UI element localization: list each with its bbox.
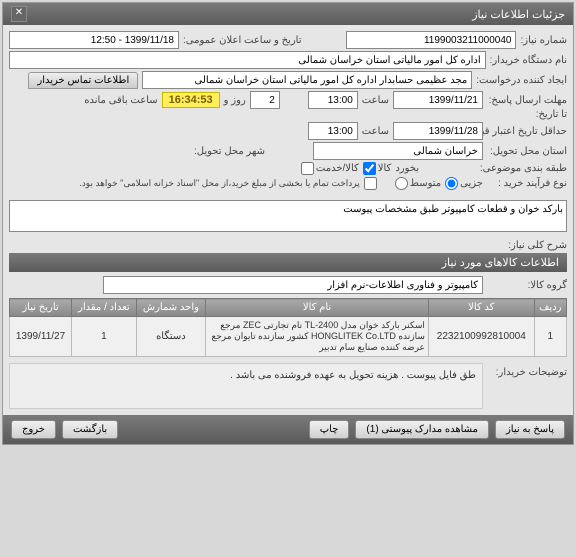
service-check-group: کالا/خدمت — [301, 162, 359, 175]
to-date-label: تا تاریخ: — [487, 109, 567, 120]
footer-bar: پاسخ به نیاز مشاهده مدارک پیوستی (1) چاپ… — [3, 415, 573, 444]
goods-table: ردیف کد کالا نام کالا واحد شمارش تعداد /… — [9, 298, 567, 357]
row-deadline: ساعت باقی مانده 16:34:53 روز و ساعت مهلت… — [9, 91, 567, 109]
table-header-row: ردیف کد کالا نام کالا واحد شمارش تعداد /… — [10, 299, 567, 317]
th-date: تاریخ نیاز — [10, 299, 72, 317]
cell-qty: 1 — [72, 317, 137, 357]
small-radio[interactable] — [445, 177, 458, 190]
th-name: نام کالا — [206, 299, 429, 317]
bakhurd-label: بخورد — [395, 163, 419, 174]
time-label-1: ساعت — [362, 95, 389, 106]
remaining-label: ساعت باقی مانده — [84, 95, 157, 106]
window-title: جزئیات اطلاعات نیاز — [472, 8, 565, 21]
panel-header: جزئیات اطلاعات نیاز ✕ — [3, 3, 573, 25]
cell-unit: دستگاه — [136, 317, 205, 357]
th-qty: تعداد / مقدار — [72, 299, 137, 317]
announce-label: تاریخ و ساعت اعلان عمومی: — [183, 35, 302, 46]
countdown-timer: 16:34:53 — [162, 92, 220, 108]
th-code: کد کالا — [428, 299, 534, 317]
buyer-notes-text: طق فایل پیوست . هزینه تحویل به عهده فروش… — [230, 370, 476, 381]
attachments-button[interactable]: مشاهده مدارک پیوستی (1) — [355, 420, 489, 439]
cell-code: 2232100992810004 — [428, 317, 534, 357]
payment-note: پرداخت تمام یا بخشی از مبلغ خرید،از محل … — [79, 178, 359, 189]
buyer-input[interactable] — [9, 51, 486, 69]
deadline-time[interactable] — [308, 91, 358, 109]
goods-group-input[interactable] — [103, 276, 483, 294]
close-icon[interactable]: ✕ — [11, 6, 27, 22]
validity-label: حداقل تاریخ اعتبار قیمت: — [487, 126, 567, 137]
row-goods-group: گروه کالا: — [9, 276, 567, 294]
row-creator: اطلاعات تماس خریدار ایجاد کننده درخواست: — [9, 71, 567, 89]
row-desc: بارکد خوان و قطعات کامپیوتر طبق مشخصات پ… — [9, 200, 567, 251]
goods-group-label: گروه کالا: — [487, 280, 567, 291]
row-validity: ساعت حداقل تاریخ اعتبار قیمت: — [9, 122, 567, 140]
deadline-date[interactable] — [393, 91, 483, 109]
row-buyer-notes: طق فایل پیوست . هزینه تحویل به عهده فروش… — [9, 363, 567, 409]
row-buyer: نام دستگاه خریدار: — [9, 51, 567, 69]
footer-left: بازگشت خروج — [11, 420, 118, 439]
service-label: کالا/خدمت — [316, 163, 359, 174]
time-label-2: ساعت — [362, 126, 389, 137]
cell-row: 1 — [534, 317, 566, 357]
buyer-label: نام دستگاه خریدار: — [490, 55, 567, 66]
row-need-no: تاریخ و ساعت اعلان عمومی: شماره نیاز: — [9, 31, 567, 49]
desc-label: شرح کلی نیاز: — [487, 236, 567, 251]
small-radio-group: جزیی — [445, 177, 483, 190]
th-unit: واحد شمارش — [136, 299, 205, 317]
panel-body: تاریخ و ساعت اعلان عمومی: شماره نیاز: نا… — [3, 25, 573, 415]
row-province: شهر محل تحویل: استان محل تحویل: — [9, 142, 567, 160]
need-no-input[interactable] — [346, 31, 516, 49]
need-no-label: شماره نیاز: — [520, 35, 567, 46]
creator-input[interactable] — [142, 71, 472, 89]
service-checkbox[interactable] — [301, 162, 314, 175]
medium-radio[interactable] — [395, 177, 408, 190]
reply-button[interactable]: پاسخ به نیاز — [495, 420, 565, 439]
days-count[interactable] — [250, 91, 280, 109]
contact-buyer-button[interactable]: اطلاعات تماس خریدار — [28, 72, 138, 89]
desc-textarea[interactable]: بارکد خوان و قطعات کامپیوتر طبق مشخصات پ… — [9, 200, 567, 232]
row-buy-process: پرداخت تمام یا بخشی از مبلغ خرید،از محل … — [9, 177, 567, 190]
validity-date[interactable] — [393, 122, 483, 140]
grouping-label: طبقه بندی موضوعی: — [487, 163, 567, 174]
table-row[interactable]: 1 2232100992810004 اسکنر بارکد خوان مدل … — [10, 317, 567, 357]
th-row: ردیف — [534, 299, 566, 317]
delivery-province-label: استان محل تحویل: — [487, 146, 567, 157]
medium-label: متوسط — [410, 178, 441, 189]
delivery-province[interactable] — [313, 142, 483, 160]
row-deadline-2: تا تاریخ: — [9, 109, 567, 120]
and-label: روز و — [224, 95, 246, 106]
buyer-notes-box: طق فایل پیوست . هزینه تحویل به عهده فروش… — [9, 363, 483, 409]
print-button[interactable]: چاپ — [309, 420, 350, 439]
buyer-notes-label: توضیحات خریدار: — [487, 363, 567, 378]
kala-checkbox[interactable] — [363, 162, 376, 175]
back-button[interactable]: بازگشت — [62, 420, 118, 439]
cell-name: اسکنر بارکد خوان مدل TL-2400 نام تجارتی … — [206, 317, 429, 357]
creator-label: ایجاد کننده درخواست: — [476, 75, 567, 86]
announce-datetime[interactable] — [9, 31, 179, 49]
row-grouping: کالا/خدمت کالا بخورد طبقه بندی موضوعی: — [9, 162, 567, 175]
cell-date: 1399/11/27 — [10, 317, 72, 357]
medium-radio-group: متوسط — [395, 177, 441, 190]
payment-checkbox[interactable] — [364, 177, 377, 190]
kala-label: کالا — [378, 163, 392, 174]
main-panel: جزئیات اطلاعات نیاز ✕ تاریخ و ساعت اعلان… — [2, 2, 574, 445]
buy-process-label: نوع فرآیند خرید : — [487, 178, 567, 189]
deadline-send-label: مهلت ارسال پاسخ: — [487, 95, 567, 106]
delivery-city-label: شهر محل تحویل: — [194, 146, 265, 157]
goods-section-header: اطلاعات کالاهای مورد نیاز — [9, 253, 567, 272]
small-label: جزیی — [460, 178, 483, 189]
validity-time[interactable] — [308, 122, 358, 140]
exit-button[interactable]: خروج — [11, 420, 56, 439]
kala-check-group: کالا — [363, 162, 392, 175]
footer-right: پاسخ به نیاز مشاهده مدارک پیوستی (1) چاپ — [309, 420, 565, 439]
